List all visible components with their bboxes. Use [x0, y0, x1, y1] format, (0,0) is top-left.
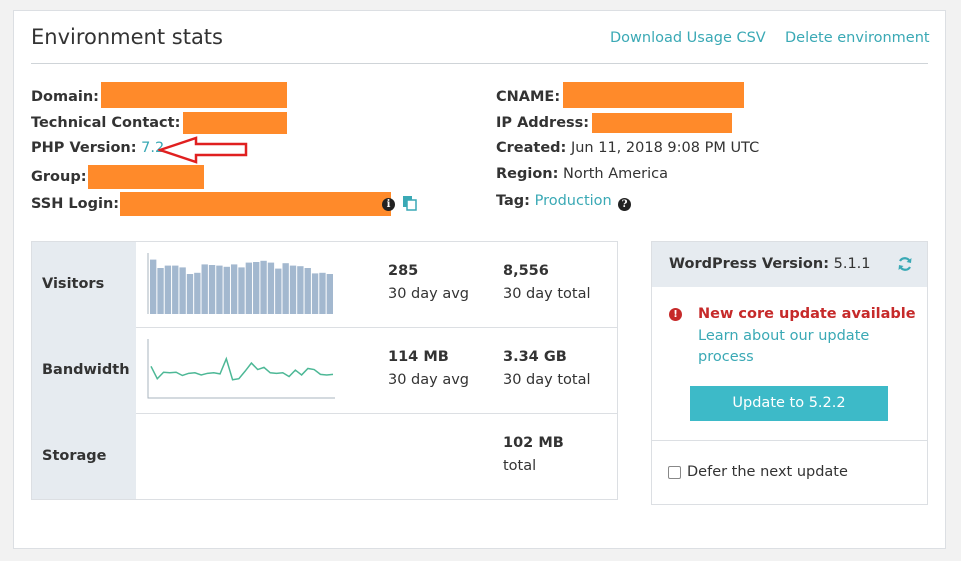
visitors-avg-caption: 30 day avg — [388, 286, 470, 302]
group-row: Group: — [31, 165, 204, 189]
visitors-bar — [304, 268, 311, 314]
cname-label: CNAME: — [496, 89, 561, 105]
defer-update-label: Defer the next update — [687, 464, 848, 480]
panel-divider — [652, 440, 927, 441]
tag-link[interactable]: Production — [535, 193, 612, 209]
defer-update-checkbox[interactable] — [668, 465, 681, 479]
visitors-avg-value: 285 — [388, 263, 419, 279]
storage-total: 102 MB total — [503, 432, 564, 478]
visitors-total-value: 8,556 — [503, 263, 549, 279]
visitors-bar — [230, 264, 238, 314]
visitors-bar — [208, 265, 216, 314]
bandwidth-label: Bandwidth — [32, 328, 136, 414]
visitors-bar — [267, 262, 275, 314]
ssh-info-icon[interactable]: i — [382, 198, 395, 211]
tag-label: Tag: — [496, 193, 530, 209]
visitors-total: 8,556 30 day total — [503, 260, 591, 306]
bandwidth-total: 3.34 GB 30 day total — [503, 346, 591, 392]
storage-total-value: 102 MB — [503, 435, 564, 451]
visitors-total-caption: 30 day total — [503, 286, 591, 302]
visitors-sparkline — [147, 253, 333, 314]
row-divider — [136, 413, 618, 414]
ssh-login-row: SSH Login: — [31, 192, 392, 216]
visitors-bar — [326, 274, 333, 314]
defer-update-option[interactable]: Defer the next update — [668, 464, 848, 480]
visitors-bar — [275, 268, 282, 314]
visitors-bar — [282, 263, 289, 314]
bandwidth-sparkline — [147, 339, 335, 399]
storage-total-caption: total — [503, 458, 537, 474]
alert-icon: ! — [669, 308, 682, 321]
delete-environment-link[interactable]: Delete environment — [785, 30, 930, 46]
row-divider — [136, 327, 618, 328]
visitors-bar — [223, 266, 230, 314]
technical-contact-label: Technical Contact: — [31, 115, 181, 131]
ssh-login-label: SSH Login: — [31, 196, 120, 212]
visitors-bar — [186, 274, 194, 314]
domain-row: Domain: — [31, 82, 287, 108]
header-divider — [31, 63, 928, 64]
redacted-ssh-login — [120, 192, 392, 216]
visitors-bar — [179, 267, 186, 314]
visitors-bar — [150, 259, 157, 314]
group-label: Group: — [31, 169, 87, 185]
bandwidth-avg-value: 114 MB — [388, 349, 449, 365]
region-value: North America — [563, 166, 669, 182]
technical-contact-row: Technical Contact: — [31, 112, 288, 134]
visitors-bar — [194, 272, 201, 314]
bandwidth-avg: 114 MB 30 day avg — [388, 346, 469, 392]
ip-address-row: IP Address: — [496, 113, 733, 133]
bandwidth-line — [150, 356, 334, 381]
visitors-bar — [201, 264, 208, 314]
bandwidth-total-value: 3.34 GB — [503, 349, 567, 365]
cname-row: CNAME: — [496, 82, 745, 108]
php-version-row: PHP Version: 7.2 — [31, 140, 164, 156]
visitors-bar — [172, 265, 179, 314]
redacted-cname — [563, 82, 745, 108]
domain-label: Domain: — [31, 89, 99, 105]
visitors-avg: 285 30 day avg — [388, 260, 469, 306]
ip-address-label: IP Address: — [496, 115, 590, 131]
wordpress-version-header: WordPress Version: 5.1.1 — [652, 242, 927, 287]
update-wordpress-button[interactable]: Update to 5.2.2 — [690, 386, 888, 421]
redacted-ip-address — [592, 113, 733, 133]
visitors-bar — [260, 260, 267, 314]
redacted-group — [87, 165, 204, 189]
redacted-technical-contact — [183, 112, 288, 134]
update-alert-title: New core update available — [698, 306, 916, 322]
visitors-bar — [311, 273, 319, 314]
created-label: Created: — [496, 140, 567, 156]
learn-update-process-link[interactable]: Learn about our update process — [698, 326, 898, 368]
bandwidth-avg-caption: 30 day avg — [388, 372, 470, 388]
visitors-bar — [289, 265, 297, 314]
visitors-bar — [253, 262, 260, 314]
usage-stats-table: Visitors Bandwidth Storage 285 30 day av… — [31, 241, 618, 500]
redacted-domain — [100, 82, 287, 108]
php-version-label: PHP Version: — [31, 140, 137, 156]
region-label: Region: — [496, 166, 559, 182]
storage-label: Storage — [32, 414, 136, 499]
tag-help-icon[interactable]: ? — [618, 198, 631, 211]
region-row: Region: North America — [496, 166, 668, 182]
visitors-bar — [319, 272, 326, 314]
visitors-bar — [164, 265, 172, 314]
visitors-label: Visitors — [32, 242, 136, 328]
visitors-bar — [245, 262, 253, 314]
wordpress-version-label: WordPress Version: — [669, 256, 829, 272]
annotation-arrow-icon — [158, 136, 248, 164]
page-title: Environment stats — [31, 25, 223, 49]
download-usage-csv-link[interactable]: Download Usage CSV — [610, 30, 766, 46]
visitors-bar — [297, 266, 304, 314]
visitors-bar — [216, 265, 223, 314]
wordpress-version-value: 5.1.1 — [833, 256, 871, 272]
wordpress-panel: WordPress Version: 5.1.1 ! New core upda… — [651, 241, 928, 505]
bandwidth-total-caption: 30 day total — [503, 372, 591, 388]
created-value: Jun 11, 2018 9:08 PM UTC — [570, 140, 760, 156]
created-row: Created: Jun 11, 2018 9:08 PM UTC — [496, 140, 759, 156]
visitors-bar — [157, 268, 164, 314]
tag-row: Tag: Production — [496, 193, 612, 209]
copy-icon[interactable] — [402, 195, 418, 211]
visitors-bar — [238, 267, 245, 314]
refresh-icon[interactable] — [897, 256, 913, 272]
